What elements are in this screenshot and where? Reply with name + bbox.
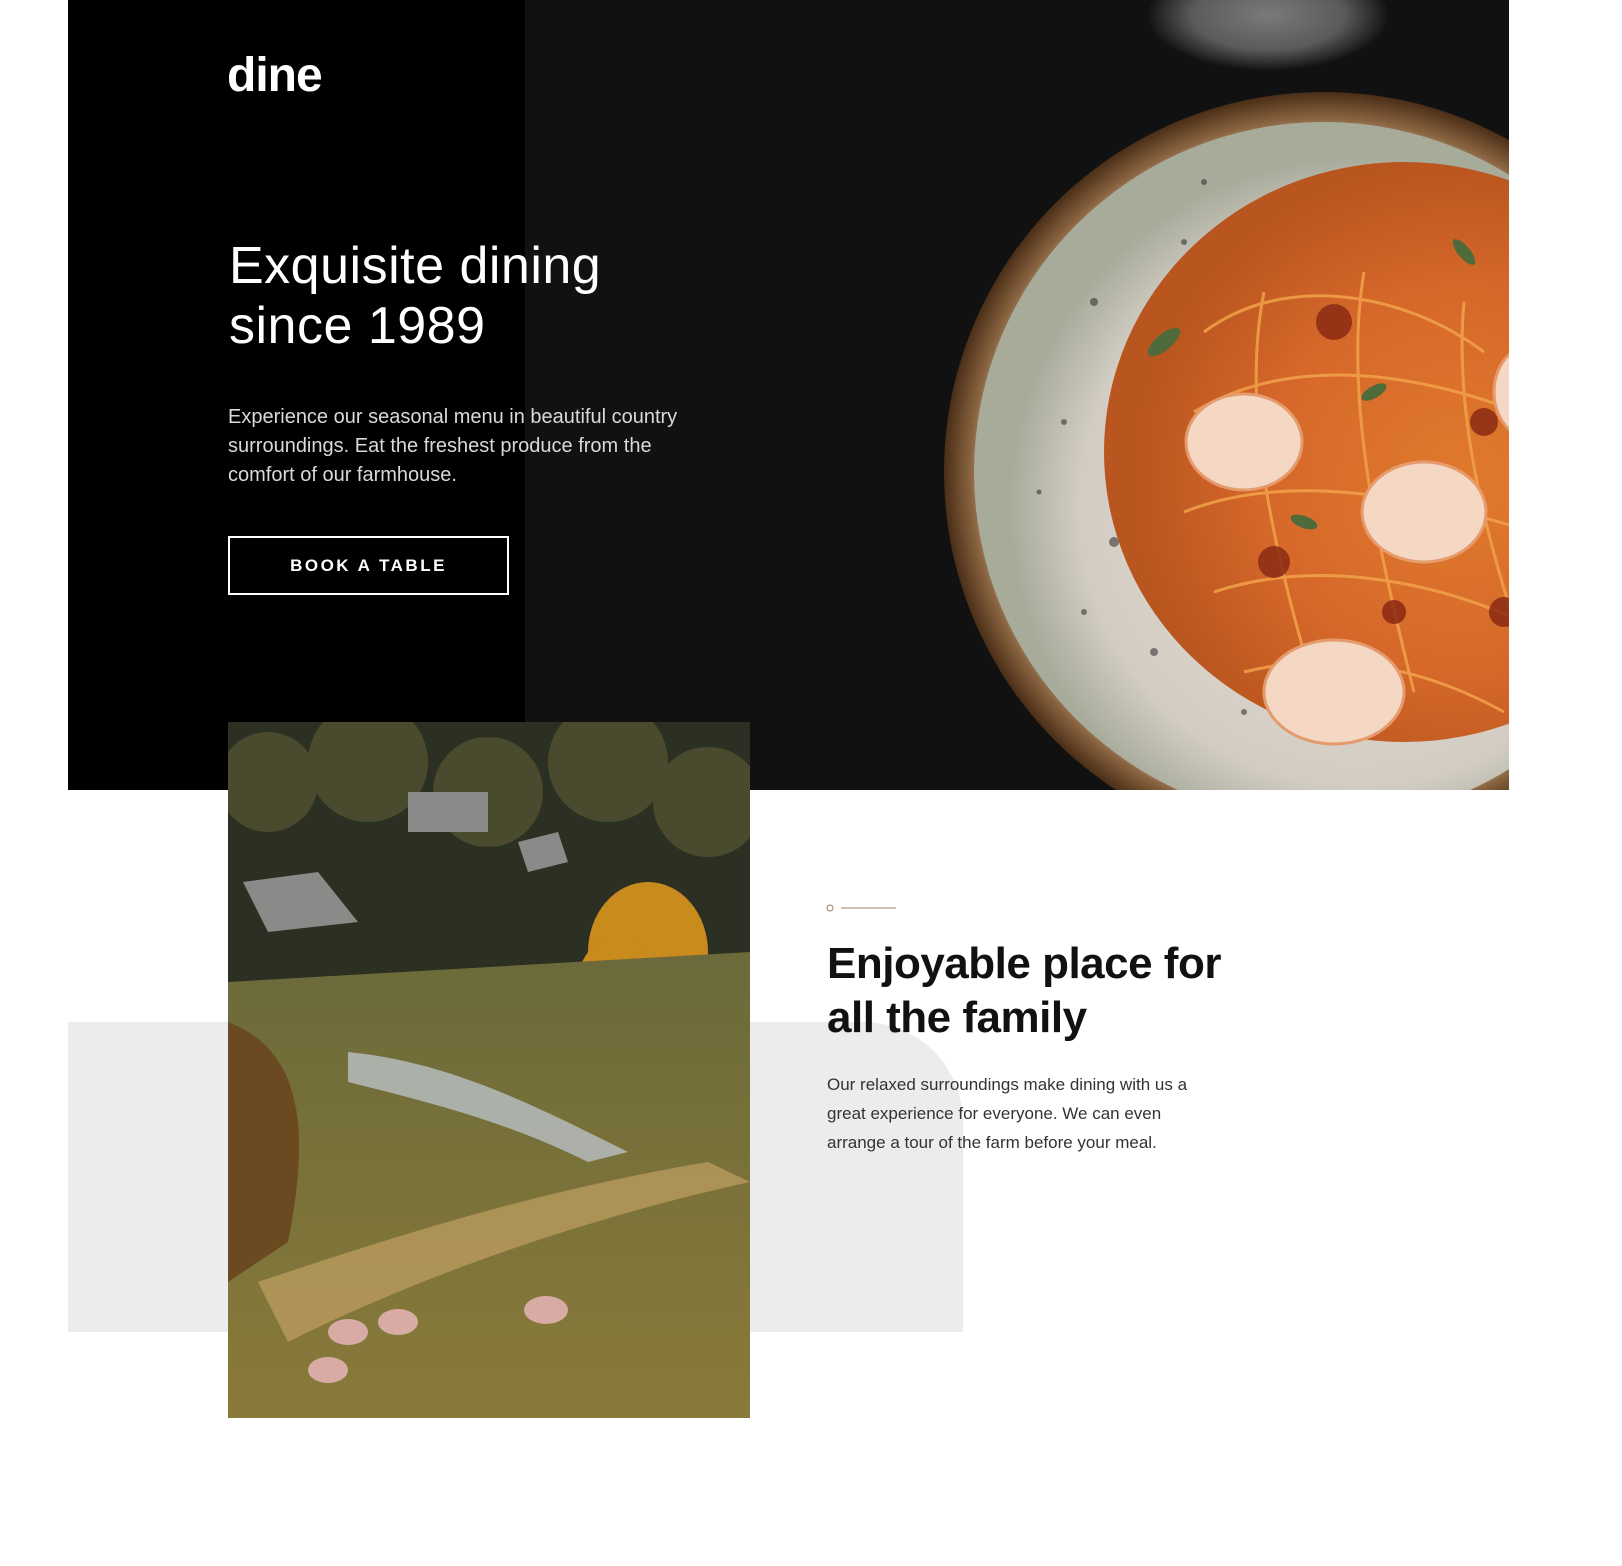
- hero-title-line2: since 1989: [229, 297, 486, 355]
- feature-title-line2: all the family: [827, 993, 1087, 1042]
- logo[interactable]: dine: [227, 48, 323, 103]
- hero-dark-panel: [68, 0, 525, 790]
- hero-title: Exquisite dining since 1989: [229, 236, 709, 356]
- pattern-divider-icon: [826, 904, 896, 912]
- feature-description: Our relaxed surroundings make dining wit…: [827, 1075, 1188, 1152]
- book-table-button[interactable]: BOOK A TABLE: [228, 536, 509, 595]
- hero-description: Experience our seasonal menu in beautifu…: [228, 406, 678, 486]
- hero-section: dine Exquisite dining since 1989 Experie…: [68, 0, 1509, 790]
- hero-title-line1: Exquisite dining: [229, 237, 602, 295]
- feature-title: Enjoyable place for all the family: [827, 937, 1307, 1045]
- smoke-decoration: [1148, 0, 1388, 70]
- hero-food-image: [944, 92, 1509, 790]
- feature-title-line1: Enjoyable place for: [827, 939, 1221, 988]
- feature-farm-image: [228, 722, 750, 1418]
